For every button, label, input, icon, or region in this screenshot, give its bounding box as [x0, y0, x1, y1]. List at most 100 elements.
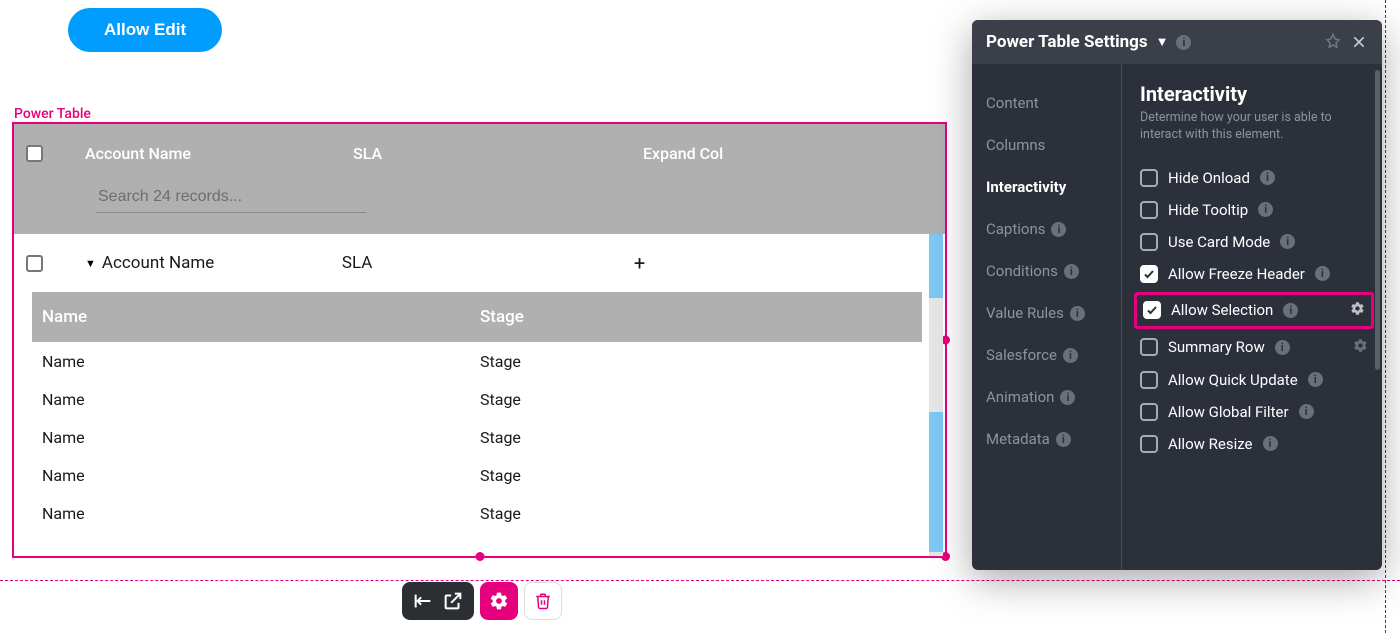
nested-row[interactable]: Name Stage [32, 456, 922, 494]
expand-col-button[interactable]: + [634, 251, 645, 275]
panel-title: Power Table Settings [986, 32, 1148, 52]
info-icon[interactable]: i [1063, 348, 1078, 363]
nav-columns[interactable]: Columns [972, 124, 1121, 166]
scrollbar-thumb[interactable] [929, 234, 943, 298]
chevron-down-icon[interactable]: ▼ [1156, 34, 1169, 50]
nav-conditions[interactable]: Conditionsi [972, 250, 1121, 292]
nav-animation[interactable]: Animationi [972, 376, 1121, 418]
close-icon[interactable] [1350, 33, 1368, 51]
settings-nav: Content Columns Interactivity Captionsi … [972, 64, 1122, 570]
option-label: Allow Quick Update [1168, 371, 1298, 389]
nested-col-stage[interactable]: Stage [480, 307, 524, 327]
highlighted-option: Allow Selection i [1134, 292, 1374, 329]
nested-header: Name Stage [32, 292, 922, 342]
nested-cell-name: Name [42, 352, 480, 371]
scrollbar-thumb-nested[interactable] [929, 412, 943, 552]
nested-cell-stage: Stage [480, 352, 521, 371]
checkbox-checked[interactable] [1140, 265, 1158, 283]
option-allow-resize[interactable]: Allow Resize i [1140, 428, 1368, 460]
checkbox-checked[interactable] [1143, 301, 1161, 319]
option-allow-global-filter[interactable]: Allow Global Filter i [1140, 396, 1368, 428]
option-label: Hide Onload [1168, 169, 1250, 187]
horizontal-guide-line [0, 580, 1400, 581]
info-icon[interactable]: i [1299, 404, 1314, 419]
info-icon[interactable]: i [1176, 35, 1191, 50]
checkbox[interactable] [1140, 403, 1158, 421]
checkbox[interactable] [1140, 201, 1158, 219]
checkbox[interactable] [1140, 435, 1158, 453]
row-checkbox[interactable] [26, 255, 43, 272]
nav-content[interactable]: Content [972, 82, 1121, 124]
nav-captions[interactable]: Captionsi [972, 208, 1121, 250]
option-summary-row[interactable]: Summary Row i [1140, 331, 1368, 364]
nested-table: Name Stage Name Stage Name Stage Name St… [32, 292, 922, 532]
vertical-guide-line [1385, 0, 1386, 633]
info-icon[interactable]: i [1060, 390, 1075, 405]
nav-metadata[interactable]: Metadatai [972, 418, 1121, 460]
info-icon[interactable]: i [1051, 222, 1066, 237]
section-subtitle: Determine how your user is able to inter… [1140, 110, 1368, 144]
info-icon[interactable]: i [1280, 234, 1295, 249]
align-left-icon[interactable] [412, 590, 434, 612]
panel-header: Power Table Settings ▼ i [972, 20, 1382, 64]
nested-col-name[interactable]: Name [42, 307, 480, 327]
gear-icon[interactable] [1350, 301, 1365, 320]
info-icon[interactable]: i [1056, 432, 1071, 447]
info-icon[interactable]: i [1064, 264, 1079, 279]
option-allow-selection[interactable]: Allow Selection i [1143, 299, 1365, 322]
info-icon[interactable]: i [1258, 202, 1273, 217]
table-header: Account Name SLA Expand Col [14, 124, 945, 234]
option-allow-quick-update[interactable]: Allow Quick Update i [1140, 364, 1368, 396]
allow-edit-button[interactable]: Allow Edit [68, 8, 222, 52]
column-header-sla[interactable]: SLA [353, 144, 643, 163]
column-header-expand[interactable]: Expand Col [643, 144, 723, 163]
settings-button[interactable] [480, 582, 518, 620]
nested-row[interactable]: Name Stage [32, 342, 922, 380]
info-icon[interactable]: i [1308, 372, 1323, 387]
nested-row[interactable]: Name Stage [32, 380, 922, 418]
checkbox[interactable] [1140, 338, 1158, 356]
info-icon[interactable]: i [1275, 340, 1290, 355]
nested-cell-name: Name [42, 390, 480, 409]
delete-button[interactable] [524, 582, 562, 620]
gear-icon[interactable] [1353, 338, 1368, 357]
search-input[interactable] [96, 182, 366, 213]
cell-sla: SLA [342, 253, 634, 273]
nested-cell-name: Name [42, 504, 480, 523]
nested-cell-name: Name [42, 466, 480, 485]
option-hide-onload[interactable]: Hide Onload i [1140, 162, 1368, 194]
checkbox[interactable] [1140, 169, 1158, 187]
nav-value-rules[interactable]: Value Rulesi [972, 292, 1121, 334]
nav-salesforce[interactable]: Salesforcei [972, 334, 1121, 376]
option-hide-tooltip[interactable]: Hide Tooltip i [1140, 194, 1368, 226]
info-icon[interactable]: i [1315, 266, 1330, 281]
settings-panel: Power Table Settings ▼ i Content Columns… [972, 20, 1382, 570]
power-table-component[interactable]: Account Name SLA Expand Col ▼ Account Na… [12, 122, 947, 558]
open-external-icon[interactable] [442, 590, 464, 612]
option-label: Hide Tooltip [1168, 201, 1248, 219]
table-row[interactable]: ▼ Account Name SLA + [14, 234, 945, 292]
option-allow-freeze-header[interactable]: Allow Freeze Header i [1140, 258, 1368, 290]
option-label: Summary Row [1168, 338, 1265, 356]
info-icon[interactable]: i [1283, 303, 1298, 318]
nested-row[interactable]: Name Stage [32, 494, 922, 532]
option-use-card-mode[interactable]: Use Card Mode i [1140, 226, 1368, 258]
panel-scrollbar[interactable] [1375, 70, 1380, 370]
nav-interactivity[interactable]: Interactivity [972, 166, 1121, 208]
pin-icon[interactable] [1324, 33, 1342, 51]
nested-row[interactable]: Name Stage [32, 418, 922, 456]
info-icon[interactable]: i [1260, 170, 1275, 185]
select-all-checkbox[interactable] [26, 145, 43, 162]
nested-cell-stage: Stage [480, 428, 521, 447]
checkbox[interactable] [1140, 233, 1158, 251]
cell-account-name: Account Name [102, 253, 342, 273]
info-icon[interactable]: i [1263, 436, 1278, 451]
option-label: Allow Freeze Header [1168, 265, 1305, 283]
nested-cell-stage: Stage [480, 504, 521, 523]
nested-cell-stage: Stage [480, 466, 521, 485]
option-label: Use Card Mode [1168, 233, 1270, 251]
column-header-account-name[interactable]: Account Name [85, 144, 353, 163]
checkbox[interactable] [1140, 371, 1158, 389]
expand-caret-icon[interactable]: ▼ [85, 257, 96, 270]
info-icon[interactable]: i [1070, 306, 1085, 321]
